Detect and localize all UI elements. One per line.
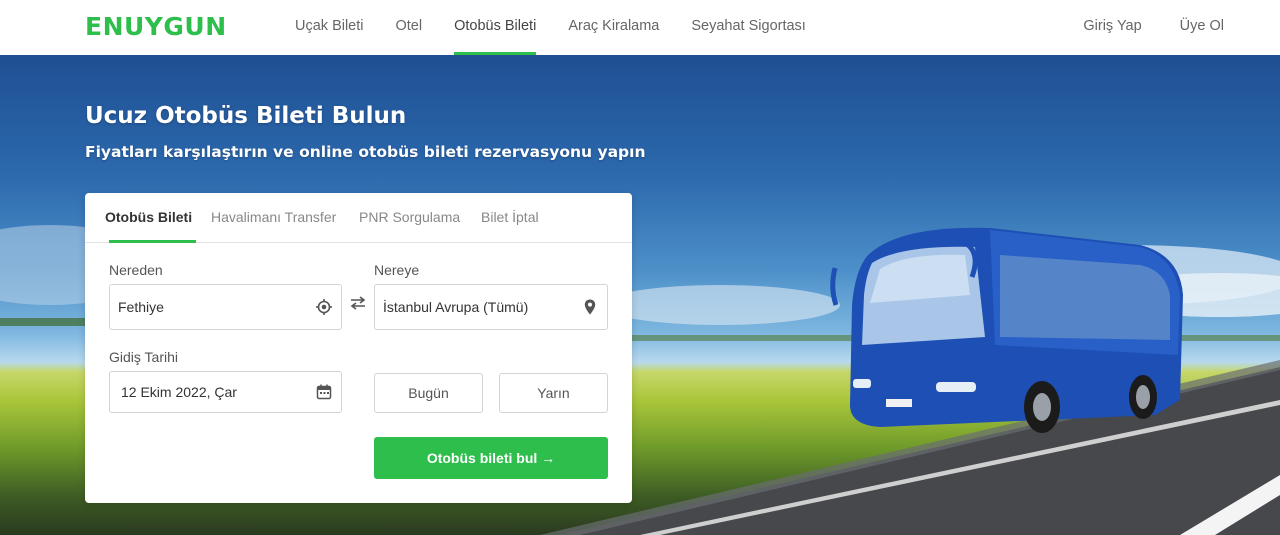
- nav-ucak-bileti[interactable]: Uçak Bileti: [279, 0, 380, 55]
- auth-links: Giriş Yap Üye Ol: [1045, 0, 1224, 55]
- nav-otobus-bileti[interactable]: Otobüs Bileti: [438, 0, 552, 55]
- top-navigation-bar: ENUYGUN Uçak Bileti Otel Otobüs Bileti A…: [0, 0, 1280, 55]
- main-nav: Uçak Bileti Otel Otobüs Bileti Araç Kira…: [279, 0, 822, 55]
- date-label: Gidiş Tarihi: [109, 349, 178, 365]
- map-pin-icon: [584, 299, 596, 315]
- from-field[interactable]: Fethiye: [109, 284, 342, 330]
- nav-otel[interactable]: Otel: [380, 0, 439, 55]
- tab-bilet-iptal[interactable]: Bilet İptal: [481, 193, 539, 243]
- to-label: Nereye: [374, 262, 420, 278]
- calendar-icon[interactable]: [315, 383, 333, 401]
- login-link[interactable]: Giriş Yap: [1083, 0, 1141, 55]
- swap-arrows-icon[interactable]: [349, 296, 367, 310]
- search-tabs: Otobüs Bileti Havalimanı Transfer PNR So…: [85, 193, 632, 243]
- hero-subtitle: Fiyatları karşılaştırın ve online otobüs…: [85, 143, 646, 161]
- location-target-icon[interactable]: [315, 298, 333, 316]
- from-label: Nereden: [109, 262, 163, 278]
- search-bus-tickets-button[interactable]: Otobüs bileti bul →: [374, 437, 608, 479]
- bus-search-card: Otobüs Bileti Havalimanı Transfer PNR So…: [85, 193, 632, 503]
- tomorrow-button[interactable]: Yarın: [499, 373, 608, 413]
- from-value: Fethiye: [118, 299, 164, 315]
- tab-otobus-bileti[interactable]: Otobüs Bileti: [105, 193, 197, 243]
- tab-havalimani-transfer[interactable]: Havalimanı Transfer: [211, 193, 336, 243]
- date-value: 12 Ekim 2022, Çar: [121, 384, 237, 400]
- hero-banner: Ucuz Otobüs Bileti Bulun Fiyatları karşı…: [0, 55, 1280, 535]
- date-field[interactable]: 12 Ekim 2022, Çar: [109, 371, 342, 413]
- hero-title: Ucuz Otobüs Bileti Bulun: [85, 103, 407, 129]
- today-button[interactable]: Bugün: [374, 373, 483, 413]
- to-field[interactable]: İstanbul Avrupa (Tümü): [374, 284, 608, 330]
- tab-pnr-sorgulama[interactable]: PNR Sorgulama: [359, 193, 460, 243]
- to-value: İstanbul Avrupa (Tümü): [383, 299, 529, 315]
- nav-arac-kiralama[interactable]: Araç Kiralama: [552, 0, 675, 55]
- enuygun-logo[interactable]: ENUYGUN: [85, 12, 227, 41]
- nav-seyahat-sigortasi[interactable]: Seyahat Sigortası: [675, 0, 821, 55]
- register-link[interactable]: Üye Ol: [1180, 0, 1224, 55]
